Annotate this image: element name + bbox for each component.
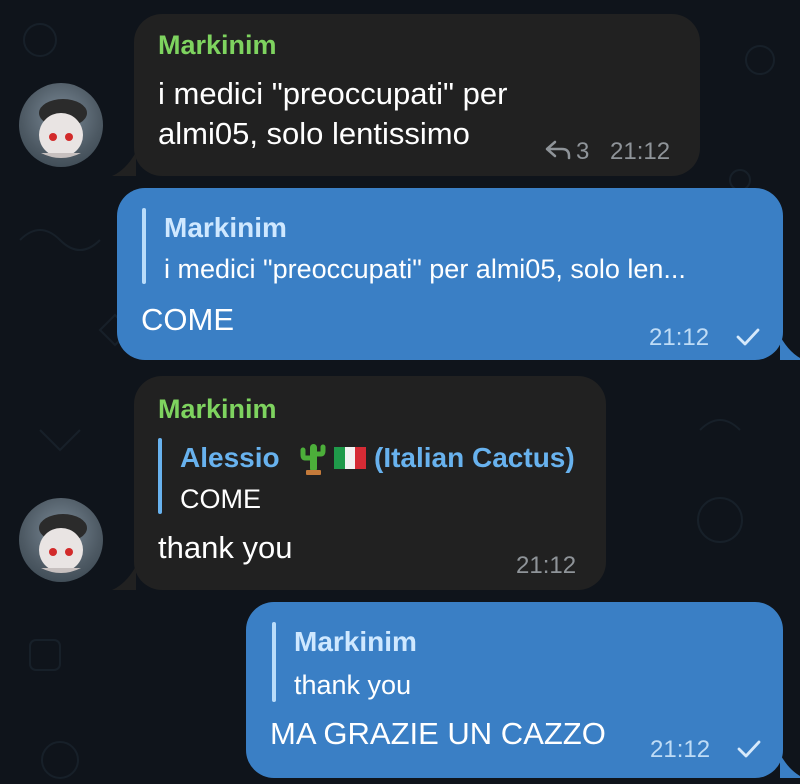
message-text-line: i medici "preoccupati" per	[158, 76, 508, 111]
quote-author: Markinim	[294, 626, 417, 657]
italy-flag-icon	[334, 447, 366, 469]
sender-name[interactable]: Markinim	[158, 30, 277, 61]
message-time: 21:12	[649, 324, 710, 351]
quote-bar	[158, 438, 162, 514]
message-bubble-incoming[interactable]: Markinim Alessio (Italian Cactus) COME t…	[134, 376, 606, 590]
bubble-tail	[780, 336, 800, 360]
message-bubble-outgoing[interactable]: Markinim i medici "preoccupati" per almi…	[117, 188, 783, 360]
quote-author: Markinim	[164, 212, 287, 243]
quote-text: i medici "preoccupati" per almi05, solo …	[164, 254, 686, 284]
message-time: 21:12	[610, 138, 671, 165]
message-time: 21:12	[650, 736, 711, 763]
check-icon	[737, 740, 761, 758]
message-text: COME	[141, 302, 234, 337]
reply-quote[interactable]: Markinim i medici "preoccupati" per almi…	[142, 208, 762, 284]
sender-name[interactable]: Markinim	[158, 394, 277, 425]
quote-text: thank you	[294, 670, 412, 700]
quote-author: Alessio	[180, 442, 280, 473]
check-icon	[736, 328, 760, 346]
message-bubble-incoming[interactable]: Markinim i medici "preoccupati" per almi…	[134, 14, 700, 176]
bubble-tail	[780, 754, 800, 778]
reply-arrow-icon[interactable]	[544, 138, 572, 162]
avatar-image	[39, 99, 87, 158]
quote-bar	[142, 208, 146, 284]
message-time: 21:12	[516, 552, 577, 579]
avatar[interactable]	[19, 83, 103, 167]
message-bubble-outgoing[interactable]: Markinim thank you MA GRAZIE UN CAZZO 21…	[246, 602, 783, 778]
message-text-line: almi05, solo lentissimo	[158, 116, 470, 151]
message-text: thank you	[158, 530, 293, 565]
avatar[interactable]	[19, 498, 103, 582]
quote-author-suffix: (Italian Cactus)	[374, 442, 575, 473]
avatar-image	[39, 514, 87, 573]
message-text: MA GRAZIE UN CAZZO	[270, 716, 606, 751]
quote-text: COME	[180, 484, 261, 514]
reply-quote[interactable]: Alessio (Italian Cactus) COME	[158, 438, 588, 514]
reply-count[interactable]: 3	[576, 138, 589, 166]
reply-quote[interactable]: Markinim thank you	[272, 622, 762, 702]
bubble-tail	[112, 152, 136, 176]
quote-bar	[272, 622, 276, 702]
bubble-tail	[112, 566, 136, 590]
cactus-icon	[300, 444, 326, 475]
